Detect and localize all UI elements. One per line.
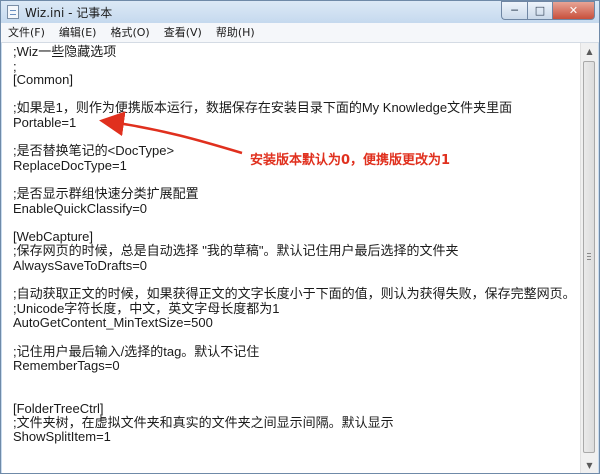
menu-help[interactable]: 帮助(H) [209,23,262,42]
text-line: AutoGetContent_MinTextSize=500 [13,315,213,330]
notepad-icon [7,5,19,19]
editor: ;Wiz一些隐藏选项 ; [Common] ;如果是1，则作为便携版本运行，数据… [2,43,598,473]
text-line: ;记住用户最后输入/选择的tag。默认不记住 [13,344,260,359]
scroll-up-button[interactable]: ▲ [582,43,597,59]
menu-bar: 文件(F) 编辑(E) 格式(O) 查看(V) 帮助(H) [1,23,599,43]
vertical-scrollbar[interactable]: ▲ ▼ [580,43,598,473]
menu-format[interactable]: 格式(O) [103,23,156,42]
window-title: Wiz.ini - 记事本 [25,6,113,20]
window-controls: ─ □ ✕ [501,1,595,21]
text-line: ;是否显示群组快速分类扩展配置 [13,186,199,201]
text-line: ;文件夹树，在虚拟文件夹和真实的文件夹之间显示间隔。默认显示 [13,415,394,430]
menu-view[interactable]: 查看(V) [157,23,209,42]
text-line: [WebCapture] [13,229,93,244]
text-line: EnableQuickClassify=0 [13,201,148,216]
scroll-thumb[interactable] [583,61,595,453]
scroll-down-button[interactable]: ▼ [582,457,597,473]
text-line: ;自动获取正文的时候，如果获得正文的文字长度小于下面的值，则认为获得失败，保存完… [13,286,576,301]
maximize-button[interactable]: □ [527,1,552,20]
minimize-button[interactable]: ─ [501,1,527,20]
annotation-text: 安装版本默认为0，便携版更改为1 [250,153,451,168]
text-line: RememberTags=0 [13,358,120,373]
menu-file[interactable]: 文件(F) [1,23,52,42]
text-line: [FolderTreeCtrl] [13,401,104,416]
annotation-arrow [99,111,243,155]
title-bar[interactable]: Wiz.ini - 记事本 ─ □ ✕ [1,1,599,23]
text-line: AlwaysSaveToDrafts=0 [13,258,148,273]
text-line: ShowSplitItem=1 [13,429,111,444]
text-line: ;保存网页的时候，总是自动选择 "我的草稿"。默认记住用户最后选择的文件夹 [13,243,459,258]
close-button[interactable]: ✕ [552,1,595,20]
menu-edit[interactable]: 编辑(E) [52,23,104,42]
text-line: ;Unicode字符长度，中文，英文字母长度都为1 [13,301,280,316]
notepad-window: Wiz.ini - 记事本 ─ □ ✕ 文件(F) 编辑(E) 格式(O) 查看… [0,0,600,474]
